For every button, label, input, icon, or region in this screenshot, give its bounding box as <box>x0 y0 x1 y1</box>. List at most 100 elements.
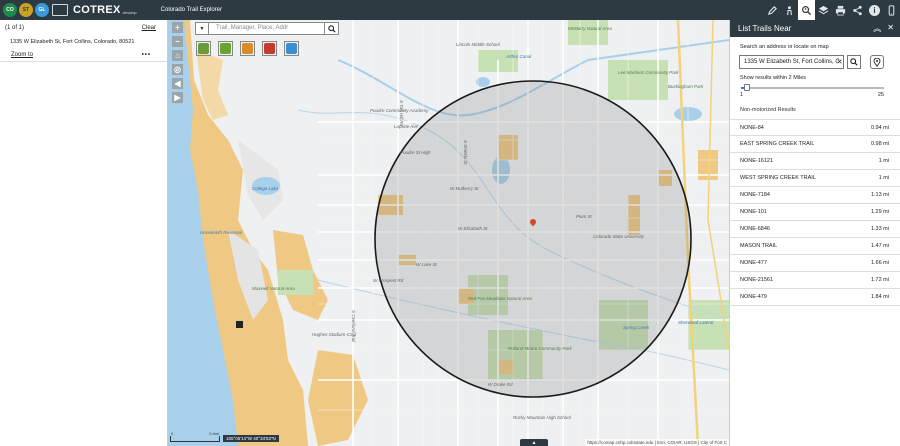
trail-result-row[interactable]: NONE-479 1.84 mi <box>730 289 900 306</box>
chevron-down-icon: ▼ <box>199 25 205 32</box>
trail-result-row[interactable]: NONE-21561 1.72 mi <box>730 272 900 289</box>
clear-search-icon[interactable]: ✕ <box>835 55 844 69</box>
home-button[interactable]: ⌂ <box>172 50 183 61</box>
draw-icon <box>767 5 777 15</box>
address-search-input[interactable]: 1335 W Elizabeth St, Fort Collins, C <box>739 55 844 69</box>
print-icon <box>835 5 846 15</box>
zoom-to-link[interactable]: Zoom to <box>11 52 33 58</box>
mobile-button[interactable] <box>883 0 900 20</box>
map-label: Maxwell Natural Area <box>252 286 295 291</box>
trail-result-row[interactable]: NONE-16121 1 mi <box>730 153 900 170</box>
street-view-button[interactable] <box>781 0 798 20</box>
header-toolbar: i <box>764 0 900 20</box>
draw-button[interactable] <box>764 0 781 20</box>
trail-result-row[interactable]: NONE-7184 1.13 mi <box>730 187 900 204</box>
hiking-button[interactable] <box>218 41 233 56</box>
more-options-button[interactable]: ••• <box>142 52 151 58</box>
map-label: Lincoln Middle School <box>456 42 500 47</box>
list-trails-near-icon <box>802 5 812 15</box>
trail-result-row[interactable]: EAST SPRING CREEK TRAIL 0.98 mi <box>730 136 900 153</box>
clear-link[interactable]: Clear <box>142 25 156 31</box>
grid-marker-icon[interactable] <box>236 321 243 328</box>
map-label: Spring Creek <box>623 325 650 330</box>
trail-distance: 1.84 mi <box>870 294 889 300</box>
map-label: Poudre St High <box>400 150 431 155</box>
map-search-input[interactable]: Trail, Manager, Place, Addr <box>209 22 325 35</box>
colorado-logo[interactable]: CO <box>3 3 17 17</box>
zoom-out-button[interactable]: − <box>172 36 183 47</box>
trail-distance: 1.47 mi <box>870 243 889 249</box>
slider-max-label: 25 <box>877 92 884 98</box>
print-button[interactable] <box>832 0 849 20</box>
all-activities-button[interactable] <box>196 41 211 56</box>
winter-button[interactable] <box>284 41 299 56</box>
result-address: 1335 W Elizabeth St, Fort Collins, Color… <box>10 39 135 45</box>
list-trails-near-button[interactable] <box>798 0 815 20</box>
map-label: W Lake St <box>416 262 437 267</box>
trail-name: NONE-6846 <box>740 226 770 232</box>
locate-button[interactable]: ◎ <box>172 64 183 75</box>
go-logo[interactable]: GL <box>35 3 49 17</box>
terrain-patch <box>308 350 368 446</box>
trail-name: NONE-477 <box>740 260 767 266</box>
desktop-monitor-icon <box>52 4 68 16</box>
slider-thumb[interactable] <box>743 84 750 91</box>
trail-name: EAST SPRING CREEK TRAIL <box>740 141 815 147</box>
results-section-title: Non-motorized Results <box>730 98 900 120</box>
layers-button[interactable] <box>815 0 832 20</box>
close-panel-button[interactable]: ✕ <box>887 23 894 34</box>
share-icon <box>853 5 862 15</box>
result-count: (1 of 1) <box>5 25 25 31</box>
basemap[interactable] <box>168 20 729 446</box>
address-search-row: 1335 W Elizabeth St, Fort Collins, C ✕ <box>739 55 900 69</box>
trail-distance: 0.98 mi <box>870 141 889 147</box>
mobile-icon <box>888 4 895 16</box>
motorized-icon <box>264 43 275 54</box>
map-label: Lee Martinez Community Park <box>618 70 679 75</box>
trail-result-row[interactable]: NONE-6846 1.33 mi <box>730 221 900 238</box>
trail-result-row[interactable]: NONE-477 1.66 mi <box>730 255 900 272</box>
biking-button[interactable] <box>240 41 255 56</box>
map-search-bar: ▼ Trail, Manager, Place, Addr <box>195 22 339 35</box>
expand-bottom-panel-button[interactable]: ▲ <box>520 439 548 446</box>
search-icon <box>850 58 858 66</box>
map-label: College Lake <box>252 186 279 191</box>
motorized-button[interactable] <box>262 41 277 56</box>
map-label: Colorado State University <box>593 234 645 239</box>
previous-extent-button[interactable]: ◀ <box>172 78 183 89</box>
map-search-button[interactable] <box>325 22 339 35</box>
trail-distance: 1.66 mi <box>870 260 889 266</box>
radius-slider[interactable] <box>741 84 884 91</box>
mcmurry-natural-area <box>568 20 608 45</box>
scale-bar: 0 0.4mi <box>170 431 220 442</box>
state-parks-logo[interactable]: ST <box>19 3 33 17</box>
trail-result-row[interactable]: NONE-84 0.94 mi <box>730 120 900 136</box>
layers-icon <box>818 5 829 14</box>
map-label: McMurry Natural Area <box>568 26 612 31</box>
collapse-panel-button[interactable]: ︽ <box>873 23 881 34</box>
trail-distance: 1 mi <box>878 158 889 164</box>
search-icon <box>327 24 336 33</box>
search-source-dropdown[interactable]: ▼ <box>195 22 209 35</box>
trail-name: NONE-16121 <box>740 158 774 164</box>
map-label: Horsetooth Reservoir <box>200 230 243 235</box>
address-search-button[interactable] <box>847 55 861 69</box>
trail-result-row[interactable]: NONE-101 1.29 mi <box>730 204 900 221</box>
scale-label: 0.4mi <box>209 431 219 436</box>
map-label: S Taft Hill Rd <box>399 100 404 127</box>
map-view[interactable]: Lincoln Middle School Arthur Canal McMur… <box>168 20 729 446</box>
trail-distance: 1.13 mi <box>870 192 889 198</box>
agency-logos: CO ST GL <box>0 3 49 17</box>
trail-result-row[interactable]: WEST SPRING CREEK TRAIL 1 mi <box>730 170 900 187</box>
map-label: W Elizabeth St <box>458 226 488 231</box>
info-button[interactable]: i <box>866 0 883 20</box>
result-header: (1 of 1) Clear <box>0 20 167 31</box>
list-trails-near-panel: List Trails Near ︽ ✕ Search an address o… <box>729 20 900 446</box>
app-tag: desktop <box>122 9 137 15</box>
trail-name: NONE-479 <box>740 294 767 300</box>
locate-on-map-button[interactable] <box>870 55 884 69</box>
share-button[interactable] <box>849 0 866 20</box>
zoom-in-button[interactable]: + <box>172 22 183 33</box>
trail-result-row[interactable]: MASON TRAIL 1.47 mi <box>730 238 900 255</box>
next-extent-button[interactable]: ▶ <box>172 92 183 103</box>
